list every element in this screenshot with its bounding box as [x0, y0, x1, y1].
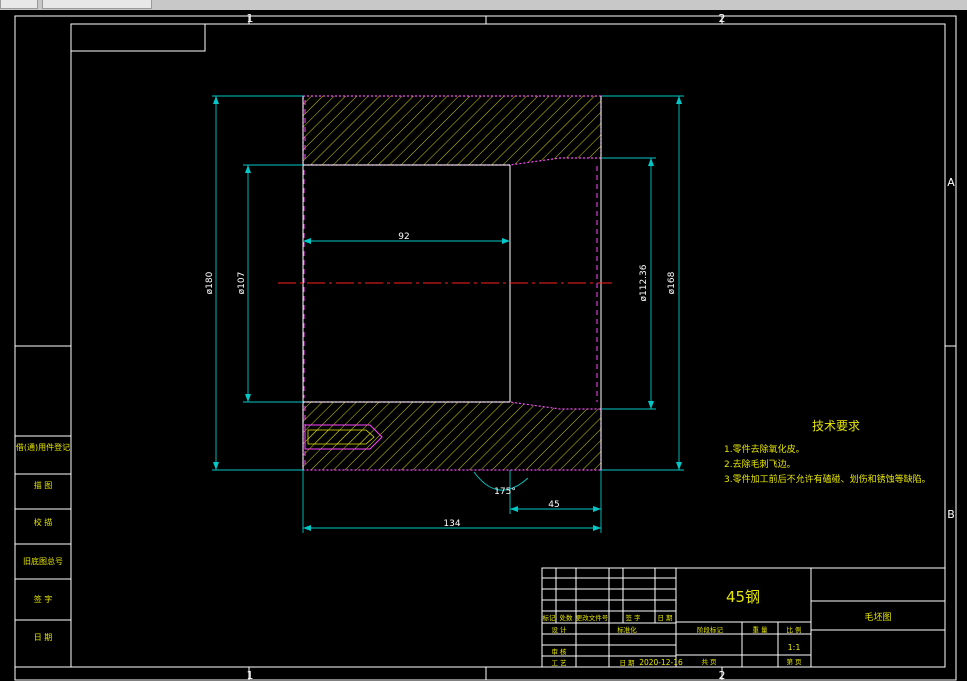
tb-standardize: 标准化 — [617, 625, 637, 634]
window-tab-1[interactable] — [0, 0, 38, 9]
tb-sheet-no: 第 页 — [786, 657, 802, 666]
dim-taper-length: 45 — [548, 500, 559, 510]
zone-number-bottom-1: 1 — [247, 669, 254, 681]
dim-outer-diameter: ø180 — [205, 271, 215, 294]
tb-review: 审 核 — [551, 647, 567, 656]
tb-design: 设 计 — [551, 625, 567, 634]
dim-angle: 175° — [494, 487, 516, 497]
tech-requirement-2: 2.去除毛刺飞边。 — [724, 458, 796, 470]
stamp-row-1: 借(通)用件登记 — [16, 442, 70, 452]
tb-sheets-total: 共 页 — [701, 657, 717, 666]
tech-requirements-title: 技术要求 — [812, 419, 860, 433]
tb-date-col: 日 期 — [657, 614, 673, 622]
stamp-row-4: 旧底图总号 — [23, 556, 63, 566]
stamp-row-3: 校 描 — [34, 517, 53, 527]
window-tab-2[interactable] — [42, 0, 152, 9]
tb-drawing-name: 毛坯图 — [864, 611, 891, 623]
dim-overall-length: 134 — [443, 519, 460, 529]
tb-ratio: 比 例 — [786, 625, 801, 634]
tb-signature: 签 字 — [625, 613, 641, 622]
tech-requirement-1: 1.零件去除氧化皮。 — [724, 443, 805, 455]
dim-length-inner: 92 — [398, 232, 409, 242]
tech-requirement-3: 3.零件加工前后不允许有磕碰、划伤和锈蚀等缺陷。 — [724, 473, 931, 485]
top-wall-hatch — [302, 95, 602, 166]
tb-weight: 重 量 — [752, 626, 768, 634]
dim-inner-diameter-left: ø107 — [237, 272, 247, 295]
zone-number-top-2: 2 — [719, 12, 726, 25]
tech-requirements: 技术要求 1.零件去除氧化皮。 2.去除毛刺飞边。 3.零件加工前后不允许有磕碰… — [724, 419, 931, 485]
stamp-row-5: 签 字 — [34, 594, 53, 604]
zone-letter-b: B — [947, 508, 955, 521]
tb-process: 工 艺 — [551, 659, 567, 667]
tb-material: 45钢 — [726, 588, 760, 606]
dim-inner-diameter-right: ø112.36 — [639, 264, 649, 301]
dim-right-diameter: ø168 — [667, 271, 677, 294]
tb-date-label: 日 期 — [619, 659, 635, 667]
tb-stage-mark: 阶段标记 — [697, 625, 724, 634]
window-top-strip — [0, 0, 967, 10]
tb-count: 处数 — [560, 613, 574, 622]
cad-drawing-canvas[interactable]: 1 2 1 2 A B ø180 ø107 ø112.36 ø168 92 45… — [0, 10, 967, 681]
zone-letter-a: A — [947, 176, 955, 189]
left-stamp-table: 借(通)用件登记 描 图 校 描 旧底图总号 签 字 日 期 — [14, 435, 72, 668]
zone-number-top-1: 1 — [247, 12, 254, 25]
part-section[interactable] — [278, 95, 612, 471]
stamp-row-6: 日 期 — [34, 633, 53, 642]
stamp-row-2: 描 图 — [34, 480, 53, 490]
tb-mark: 标记 — [543, 613, 557, 622]
tb-change-doc: 更改文件号 — [576, 613, 609, 622]
tb-date: 2020-12-16 — [639, 658, 683, 667]
title-block: 标记 处数 更改文件号 签 字 日 期 设 计 标准化 审 核 工 艺 日 期 … — [541, 567, 946, 668]
tb-scale: 1:1 — [788, 643, 801, 652]
zone-number-bottom-2: 2 — [719, 669, 726, 681]
